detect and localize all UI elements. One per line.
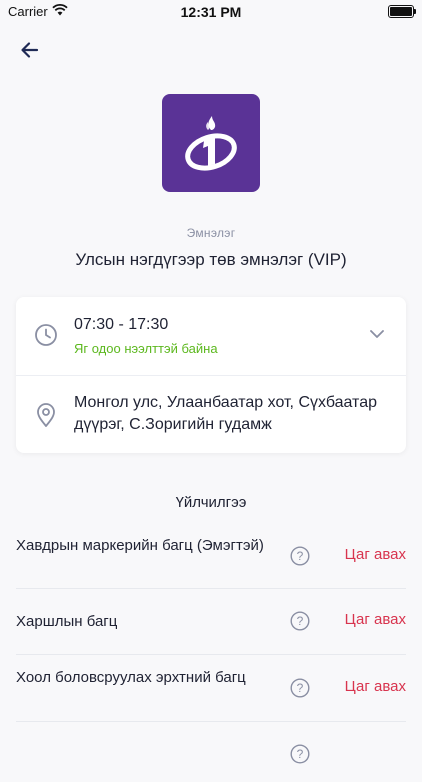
clock-icon — [34, 323, 58, 352]
working-hours: 07:30 - 17:30 — [74, 316, 169, 333]
hospital-category: Эмнэлэг — [186, 226, 236, 240]
working-hours-row[interactable]: 07:30 - 17:30 Яг одоо нээлттэй байна — [16, 297, 406, 375]
address-text: Монгол улс, Улаанбаатар хот, Сүхбаатар д… — [74, 394, 377, 433]
arrow-left-icon — [21, 42, 39, 58]
open-status: Яг одоо нээлттэй байна — [74, 341, 218, 356]
service-row: Хоол боловсруулах эрхтний багц ? Цаг ава… — [16, 655, 406, 722]
location-pin-icon — [35, 402, 57, 433]
chevron-down-icon[interactable] — [368, 327, 386, 345]
service-name: Хавдрын маркерийн багц (Эмэгтэй) — [16, 537, 264, 554]
info-card: 07:30 - 17:30 Яг одоо нээлттэй байна Мон… — [16, 297, 406, 453]
help-icon[interactable]: ? — [290, 678, 310, 703]
hospital-logo-icon — [185, 116, 237, 171]
svg-text:?: ? — [297, 549, 304, 563]
clock-time: 12:31 PM — [180, 4, 242, 20]
hospital-logo — [162, 94, 260, 192]
services-title: Үйлчилгээ — [175, 494, 247, 511]
service-row: Хавдрын маркерийн багц (Эмэгтэй) ? Цаг а… — [16, 525, 406, 589]
battery-icon — [388, 5, 416, 18]
service-name: Хоол боловсруулах эрхтний багц — [16, 669, 246, 686]
service-name: Харшлын багц — [16, 613, 118, 630]
svg-text:?: ? — [297, 614, 304, 628]
back-button[interactable] — [16, 36, 44, 64]
service-row: Харшлын багц ? Цаг авах — [16, 589, 406, 655]
book-appointment-button[interactable]: Цаг авах — [345, 546, 406, 563]
status-bar: Carrier 12:31 PM — [0, 0, 422, 24]
book-appointment-button[interactable]: Цаг авах — [345, 678, 406, 695]
svg-text:?: ? — [297, 747, 304, 761]
svg-text:?: ? — [297, 681, 304, 695]
page-title: Улсын нэгдүгээр төв эмнэлэг (VIP) — [75, 250, 347, 269]
book-appointment-button[interactable]: Цаг авах — [345, 611, 406, 628]
help-icon[interactable]: ? — [290, 546, 310, 571]
help-icon[interactable]: ? — [290, 744, 310, 769]
service-row: ? — [16, 722, 406, 782]
address-row: Монгол улс, Улаанбаатар хот, Сүхбаатар д… — [16, 376, 406, 453]
help-icon[interactable]: ? — [290, 611, 310, 636]
